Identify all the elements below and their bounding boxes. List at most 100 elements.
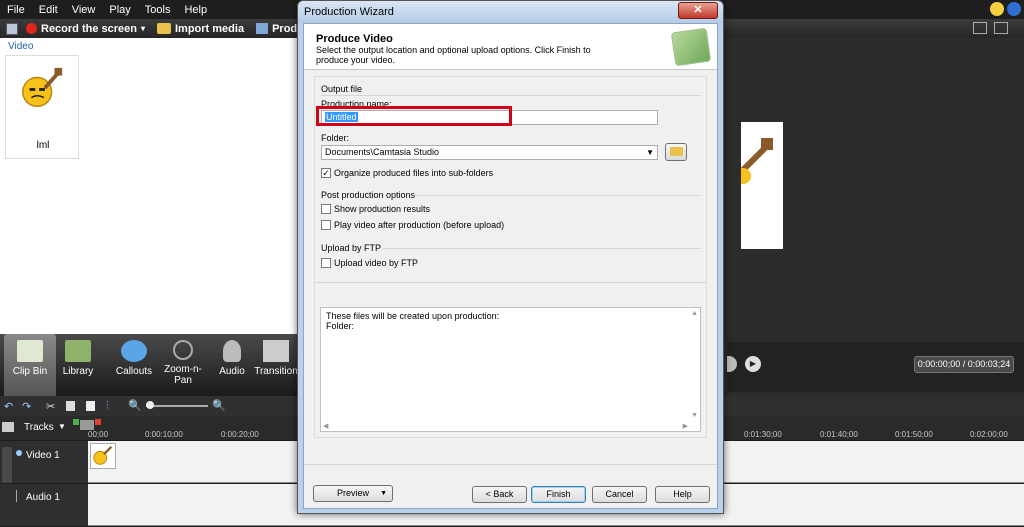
zoom-slider[interactable] <box>146 405 208 407</box>
cancel-button[interactable]: Cancel <box>592 486 647 503</box>
fullscreen-icon[interactable] <box>973 22 987 34</box>
lightbulb-icon[interactable] <box>990 2 1004 16</box>
clip-bin-header: Video <box>8 41 34 52</box>
play-after-checkbox[interactable]: Play video after production (before uplo… <box>321 220 504 230</box>
ruler-tick: 0:01:50;00 <box>895 430 933 439</box>
cut-icon[interactable]: ✂ <box>46 400 55 413</box>
track-handle[interactable] <box>2 447 12 483</box>
play-after-checkbox-box[interactable] <box>321 220 331 230</box>
guitar-smiley-icon <box>93 445 113 465</box>
scroll-left-icon[interactable]: ◀ <box>323 422 328 430</box>
track-branch <box>16 490 17 502</box>
audio-track-header[interactable]: Audio 1 <box>0 484 88 526</box>
tab-label: Zoom-n- Pan <box>164 364 202 386</box>
menu-file[interactable]: File <box>0 4 32 16</box>
track-dot-icon <box>16 450 22 456</box>
redo-icon[interactable]: ↷ <box>22 400 31 413</box>
preview-label: Preview <box>336 488 369 498</box>
menu-view[interactable]: View <box>65 4 103 16</box>
task-tabs: Clip Bin Library Callouts Zoom-n- Pan Au… <box>0 334 300 396</box>
folder-combobox[interactable]: Documents\Camtasia Studio ▼ <box>321 145 658 160</box>
highlight-box <box>316 106 512 126</box>
dropdown-arrow-icon: ▾ <box>140 24 145 33</box>
info-line: Folder: <box>326 321 355 331</box>
clip-label: lml <box>36 140 50 151</box>
copy-icon[interactable] <box>66 401 75 411</box>
zoom-in-icon[interactable]: 🔍 <box>212 399 226 412</box>
detach-icon[interactable] <box>994 22 1008 34</box>
dialog-content: Output file Production name: Untitled Fo… <box>314 76 707 438</box>
ftp-checkbox-box[interactable] <box>321 258 331 268</box>
help-icon[interactable] <box>1007 2 1021 16</box>
ruler-tick: 00;00 <box>88 430 109 439</box>
clip-thumbnail[interactable]: lml <box>5 55 79 159</box>
close-button[interactable]: ✕ <box>678 2 718 19</box>
tab-transitions[interactable]: Transition <box>252 334 300 396</box>
show-results-checkbox[interactable]: Show production results <box>321 204 430 214</box>
timecode-display: 0:00:00;00 / 0:00:03;24 <box>914 356 1014 373</box>
folder-label: Folder: <box>321 133 350 143</box>
transition-icon <box>263 340 289 362</box>
tab-label: Transition <box>254 366 298 377</box>
skip-forward-icon[interactable]: ▶ <box>745 356 761 372</box>
back-button[interactable]: < Back <box>472 486 527 503</box>
scroll-up-icon[interactable]: ▲ <box>691 310 698 317</box>
ftp-label: Upload video by FTP <box>334 258 419 268</box>
scroll-down-icon[interactable]: ▼ <box>691 412 698 419</box>
preview-button[interactable]: Preview ▼ <box>313 485 393 502</box>
record-icon <box>26 23 37 34</box>
show-results-label: Show production results <box>334 204 431 214</box>
magnifier-icon <box>173 340 193 360</box>
record-screen-button[interactable]: Record the screen ▾ <box>26 23 145 35</box>
tab-audio[interactable]: Audio <box>206 334 258 396</box>
next-frame-icon[interactable] <box>727 356 737 372</box>
organize-checkbox[interactable]: ✓ Organize produced files into sub-folde… <box>321 168 493 178</box>
browse-folder-button[interactable] <box>665 143 687 161</box>
organize-checkbox-box[interactable]: ✓ <box>321 168 331 178</box>
dialog-titlebar[interactable]: Production Wizard ✕ <box>298 1 723 23</box>
ftp-checkbox[interactable]: Upload video by FTP <box>321 258 418 268</box>
save-icon[interactable] <box>6 22 18 35</box>
speaker-icon <box>223 340 241 362</box>
import-media-button[interactable]: Import media <box>157 23 244 35</box>
divider <box>315 282 706 283</box>
scroll-right-icon[interactable]: ▶ <box>683 422 688 430</box>
split-icon[interactable]: ⫶ <box>106 400 109 413</box>
preview-canvas <box>735 122 783 249</box>
preview-area <box>727 38 1024 334</box>
show-results-checkbox-box[interactable] <box>321 204 331 214</box>
guitar-smiley-icon <box>17 64 67 114</box>
menu-help[interactable]: Help <box>177 4 214 16</box>
tab-zoom-n-pan[interactable]: Zoom-n- Pan <box>157 334 209 396</box>
guitar-preview-icon <box>735 138 773 184</box>
video-track-header[interactable]: Video 1 <box>0 441 88 483</box>
production-wizard-dialog: Production Wizard ✕ Produce Video Select… <box>297 0 724 514</box>
tracks-dropdown-icon[interactable]: ▼ <box>58 422 66 431</box>
zoom-out-icon[interactable]: 🔍 <box>128 399 142 412</box>
menu-edit[interactable]: Edit <box>32 4 65 16</box>
dropdown-arrow-icon[interactable]: ▼ <box>646 146 654 159</box>
paste-icon[interactable] <box>86 401 95 411</box>
ruler-tick: 0:00:10;00 <box>145 430 183 439</box>
tab-clip-bin[interactable]: Clip Bin <box>4 334 56 396</box>
tracks-label[interactable]: Tracks <box>24 422 54 433</box>
camtasia-logo-icon <box>670 27 712 67</box>
info-line: These files will be created upon product… <box>326 311 500 321</box>
menu-play[interactable]: Play <box>102 4 137 16</box>
tab-label: Audio <box>219 366 245 377</box>
video-track-label: Video 1 <box>26 450 60 461</box>
undo-icon[interactable]: ↶ <box>4 400 13 413</box>
tab-library[interactable]: Library <box>52 334 104 396</box>
menu-tools[interactable]: Tools <box>138 4 178 16</box>
end-marker[interactable] <box>95 419 101 425</box>
folder-open-icon <box>669 147 683 156</box>
dialog-heading: Produce Video <box>316 33 393 45</box>
playhead[interactable] <box>80 420 94 430</box>
tab-callouts[interactable]: Callouts <box>108 334 160 396</box>
start-marker[interactable] <box>73 419 79 425</box>
help-button[interactable]: Help <box>655 486 710 503</box>
tab-label: Library <box>62 366 94 377</box>
zoom-slider-thumb[interactable] <box>146 401 154 409</box>
finish-button[interactable]: Finish <box>531 486 586 503</box>
video-clip[interactable] <box>90 443 116 469</box>
